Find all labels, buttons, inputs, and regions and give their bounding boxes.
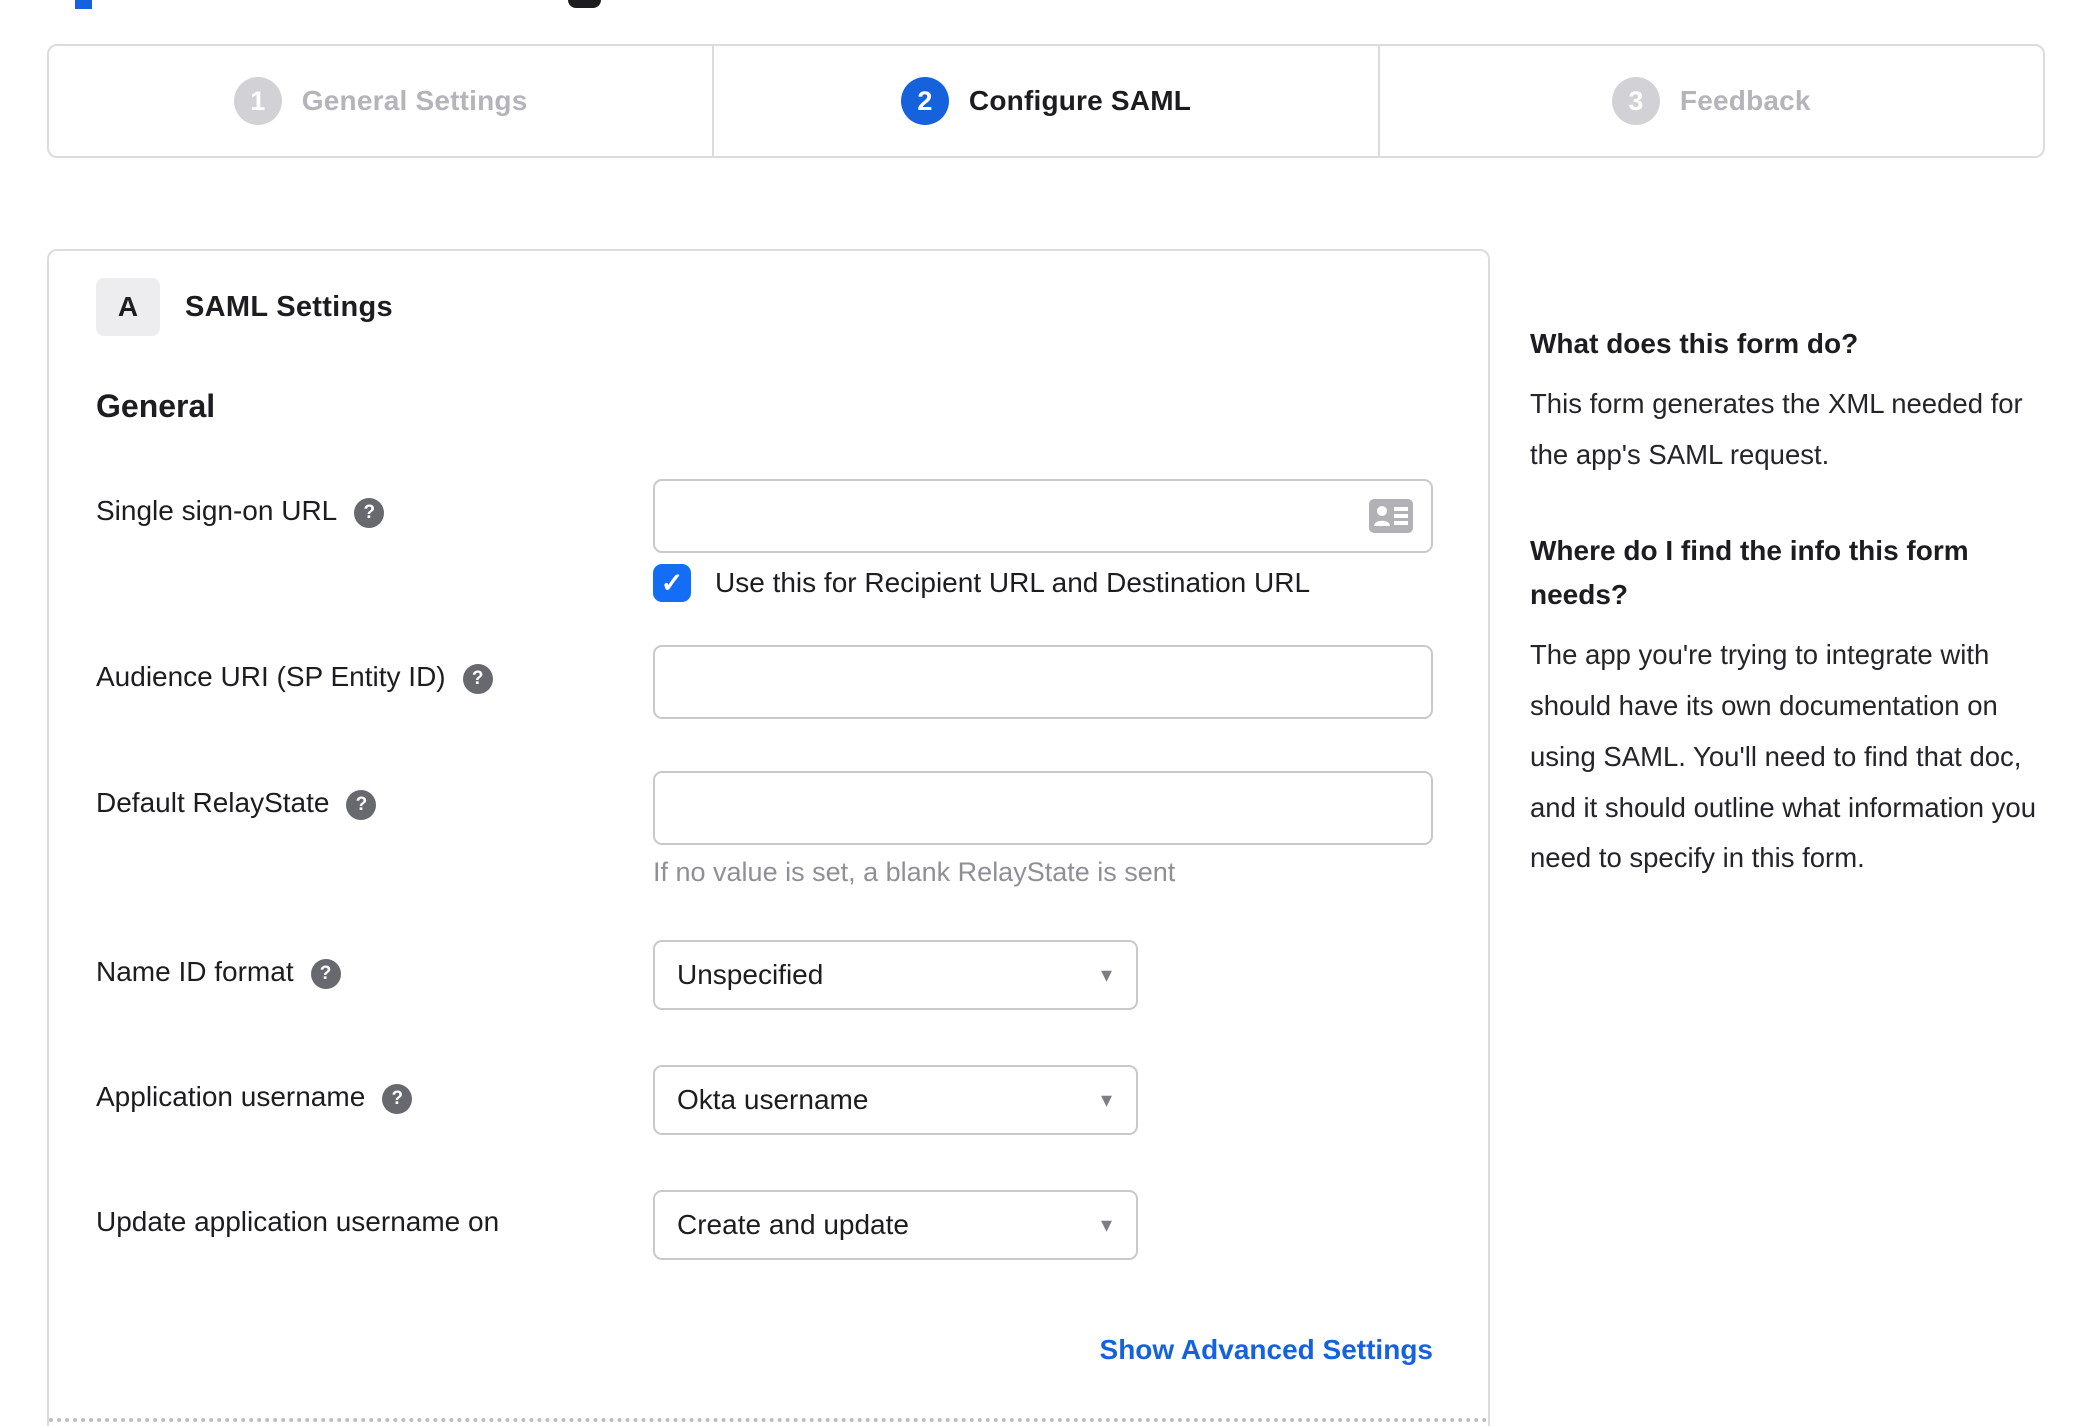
relaystate-hint: If no value is set, a blank RelayState i… — [653, 857, 1176, 887]
chevron-down-icon: ▾ — [1100, 1087, 1112, 1112]
sidebar-section-what: What does this form do? This form genera… — [1530, 322, 2050, 481]
default-relaystate-label: Default RelayState — [96, 787, 330, 818]
cutoff-blue-accent — [75, 0, 92, 9]
sidebar-heading: What does this form do? — [1530, 328, 1859, 359]
recipient-url-checkbox-label: Use this for Recipient URL and Destinati… — [715, 567, 1311, 598]
help-icon[interactable]: ? — [310, 959, 341, 989]
field-default-relaystate: Default RelayState ? If no value is set,… — [96, 771, 1441, 888]
step-feedback[interactable]: 3 Feedback — [1377, 46, 2043, 156]
step-configure-saml[interactable]: 2 Configure SAML — [712, 46, 1377, 156]
name-id-format-value: Unspecified — [677, 959, 824, 990]
default-relaystate-input[interactable] — [653, 771, 1433, 845]
audience-uri-label: Audience URI (SP Entity ID) — [96, 661, 446, 692]
show-advanced-settings-link[interactable]: Show Advanced Settings — [1100, 1334, 1433, 1365]
section-a-badge: A — [96, 278, 160, 336]
name-id-format-label: Name ID format — [96, 956, 294, 987]
saml-settings-panel: A SAML Settings General Single sign-on U… — [47, 249, 1490, 1426]
sidebar-body: The app you're trying to integrate with … — [1530, 638, 2037, 874]
sidebar-body: This form generates the XML needed for t… — [1530, 388, 2023, 471]
cutoff-app-logo-icon — [568, 0, 601, 8]
update-application-username-label: Update application username on — [96, 1206, 500, 1237]
panel-header: A SAML Settings — [96, 278, 1441, 336]
help-icon[interactable]: ? — [462, 664, 493, 694]
sidebar-heading: Where do I find the info this form needs… — [1530, 535, 1969, 610]
help-icon[interactable]: ? — [382, 1084, 413, 1114]
step-2-label: Configure SAML — [968, 85, 1192, 116]
application-username-label: Application username — [96, 1081, 366, 1112]
application-username-value: Okta username — [677, 1084, 869, 1115]
single-sign-on-url-input[interactable] — [653, 479, 1433, 553]
step-3-label: Feedback — [1679, 85, 1811, 116]
recipient-url-checkbox[interactable]: ✓ — [653, 564, 691, 602]
help-sidebar: What does this form do? This form genera… — [1530, 322, 2050, 884]
single-sign-on-url-label: Single sign-on URL — [96, 495, 338, 526]
name-id-format-select[interactable]: Unspecified ▾ — [653, 940, 1138, 1010]
field-name-id-format: Name ID format ? Unspecified ▾ — [96, 940, 1441, 1010]
application-username-select[interactable]: Okta username ▾ — [653, 1065, 1138, 1135]
step-1-circle: 1 — [233, 77, 282, 125]
wizard-stepper: 1 General Settings 2 Configure SAML 3 Fe… — [47, 44, 2045, 158]
audience-uri-input[interactable] — [653, 645, 1433, 719]
update-application-username-select[interactable]: Create and update ▾ — [653, 1190, 1138, 1260]
step-2-circle: 2 — [900, 77, 949, 125]
help-icon[interactable]: ? — [346, 790, 377, 820]
contact-card-icon — [1369, 499, 1413, 533]
update-application-username-value: Create and update — [677, 1209, 909, 1240]
field-application-username: Application username ? Okta username ▾ — [96, 1065, 1441, 1135]
sidebar-section-where: Where do I find the info this form needs… — [1530, 529, 2050, 884]
chevron-down-icon: ▾ — [1100, 962, 1112, 987]
panel-title: SAML Settings — [185, 290, 393, 323]
step-general-settings[interactable]: 1 General Settings — [49, 46, 712, 156]
field-single-sign-on-url: Single sign-on URL ? ✓ Use this for Reci… — [96, 479, 1441, 603]
step-1-label: General Settings — [301, 85, 528, 116]
step-3-circle: 3 — [1611, 77, 1660, 125]
field-update-application-username: Update application username on Create an… — [96, 1190, 1441, 1260]
section-dashed-divider — [49, 1418, 1488, 1422]
help-icon[interactable]: ? — [354, 498, 385, 528]
chevron-down-icon: ▾ — [1100, 1212, 1112, 1237]
field-audience-uri: Audience URI (SP Entity ID) ? — [96, 645, 1441, 719]
general-section-heading: General — [96, 388, 216, 424]
